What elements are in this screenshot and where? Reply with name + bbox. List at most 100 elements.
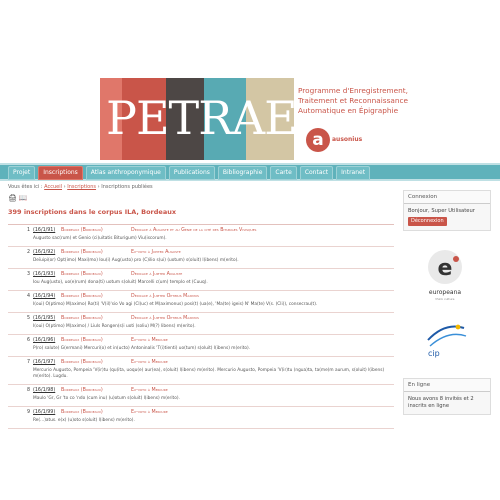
main-nav: Projet Inscriptions Atlas anthroponymiqu… <box>0 163 500 181</box>
europeana-sub: think culture <box>436 297 455 301</box>
europeana-label: europeana <box>429 289 461 296</box>
row-content: (16/1/93) Bordeaux (Bordeaux) Dédicace à… <box>33 272 394 286</box>
inscription-ref-link[interactable]: (16/1/94) <box>33 294 61 299</box>
page-tools: 🖨 📖 <box>8 194 28 202</box>
europeana-dot <box>453 256 459 262</box>
online-text: Nous avons 8 invités et 2 inscrits en li… <box>408 396 474 409</box>
inscription-row: 9 (16/1/99) Bordeaux (Bordeaux) Ex-voto … <box>8 407 394 429</box>
tab-contact[interactable]: Contact <box>299 166 334 180</box>
row-number: 1 <box>26 228 30 233</box>
inscription-ref-link[interactable]: (16/1/97) <box>33 360 61 365</box>
nav-tabs: Projet Inscriptions Atlas anthroponymiqu… <box>8 166 371 180</box>
breadcrumb-home[interactable]: Accueil <box>44 184 62 190</box>
ausonius-label: ausonius <box>332 136 363 143</box>
breadcrumb-inscriptions[interactable]: Inscriptions <box>67 184 96 190</box>
inscription-place: Bordeaux (Bordeaux) <box>61 410 103 415</box>
inscription-place: Bordeaux (Bordeaux) <box>61 360 103 365</box>
cip-swoosh <box>429 333 467 347</box>
inscription-list: 1 (16/1/91) Bordeaux (Bordeaux) Dédicace… <box>8 224 394 429</box>
inscription-ref-link[interactable]: (16/1/96) <box>33 338 61 343</box>
row-header: (16/1/95) Bordeaux (Bordeaux) Dédicace à… <box>33 316 394 321</box>
greeting-text: Bonjour, Super Utilisateur <box>408 208 475 214</box>
inscription-row: 4 (16/1/94) Bordeaux (Bordeaux) Dédicace… <box>8 291 394 313</box>
print-icon[interactable]: 🖨 <box>8 194 17 202</box>
inscription-text: Deïuipi(or) Opt(imo) Maxi(mo) Iou(i) Aug… <box>33 258 239 263</box>
inscription-ref-link[interactable]: (16/1/91) <box>33 228 61 233</box>
inscription-title[interactable]: Ex-voto à Mercure <box>131 410 168 415</box>
inscription-place: Bordeaux (Bordeaux) <box>61 316 103 321</box>
row-header: (16/1/98) Bordeaux (Bordeaux) Ex-voto à … <box>33 388 394 393</box>
inscription-text: Mercurio Augusto, Pompeia 'V(ir)tu (qu)i… <box>33 368 385 379</box>
tab-carte[interactable]: Carte <box>270 166 297 180</box>
tab-publications[interactable]: Publications <box>168 166 215 180</box>
row-number: 4 <box>26 294 30 299</box>
cip-label: cip <box>428 349 440 358</box>
inscription-place: Bordeaux (Bordeaux) <box>61 272 103 277</box>
inscription-text: I(oui) O(ptimo) M(aximo) Ro(ti) 'V(il)'s… <box>33 302 318 307</box>
inscription-text: P(ro) salute) G(ermani) Mercuri(o) et in… <box>33 346 251 351</box>
row-content: (16/1/97) Bordeaux (Bordeaux) Ex-voto à … <box>33 360 394 380</box>
inscription-row: 6 (16/1/96) Bordeaux (Bordeaux) Ex-voto … <box>8 335 394 357</box>
europeana-logo[interactable]: e europeana think culture <box>420 245 470 305</box>
inscription-ref-link[interactable]: (16/1/99) <box>33 410 61 415</box>
inscription-ref-link[interactable]: (16/1/95) <box>33 316 61 321</box>
inscription-ref-link[interactable]: (16/1/98) <box>33 388 61 393</box>
inscription-text: Re(...)atus. e(x) (u)oto s(oluit) l(iben… <box>33 418 135 423</box>
inscription-place: Bordeaux (Bordeaux) <box>61 388 103 393</box>
tab-projet[interactable]: Projet <box>8 166 36 180</box>
connexion-panel: Connexion Bonjour, Super Utilisateur Déc… <box>403 190 491 231</box>
inscription-title[interactable]: Dédicace à Auguste et au Génie de la cit… <box>131 228 256 233</box>
inscription-ref-link[interactable]: (16/1/92) <box>33 250 61 255</box>
inscription-place: Bordeaux (Bordeaux) <box>61 294 103 299</box>
cip-logo[interactable]: cip <box>420 320 470 360</box>
breadcrumb-prefix: Vous êtes ici : <box>8 184 43 190</box>
row-header: (16/1/93) Bordeaux (Bordeaux) Dédicace à… <box>33 272 394 277</box>
inscription-text: Augusto sac(rum) et Genio (ci)uitatis Bi… <box>33 236 167 241</box>
site-tagline: Programme d'Enregistrement, Traitement e… <box>298 86 408 115</box>
main-content: 399 inscriptions dans le corpus ILA, Bor… <box>8 208 394 429</box>
inscription-row: 1 (16/1/91) Bordeaux (Bordeaux) Dédicace… <box>8 225 394 247</box>
row-header: (16/1/94) Bordeaux (Bordeaux) Dédicace à… <box>33 294 394 299</box>
row-number: 6 <box>26 338 30 343</box>
row-header: (16/1/96) Bordeaux (Bordeaux) Ex-voto à … <box>33 338 394 343</box>
breadcrumb-current: Inscriptions publiées <box>101 184 153 190</box>
inscription-place: Bordeaux (Bordeaux) <box>61 338 103 343</box>
europeana-e-icon: e <box>438 256 453 281</box>
inscription-title[interactable]: Ex-voto à Mercure <box>131 338 168 343</box>
row-header: (16/1/97) Bordeaux (Bordeaux) Ex-voto à … <box>33 360 394 365</box>
connexion-body: Bonjour, Super Utilisateur Déconnexion <box>404 204 490 230</box>
row-content: (16/1/94) Bordeaux (Bordeaux) Dédicace à… <box>33 294 394 308</box>
inscription-title[interactable]: Ex-voto à Jupiter Auguste <box>131 250 181 255</box>
row-content: (16/1/92) Bordeaux (Bordeaux) Ex-voto à … <box>33 250 394 264</box>
row-number: 2 <box>26 250 30 255</box>
inscription-ref-link[interactable]: (16/1/93) <box>33 272 61 277</box>
book-icon[interactable]: 📖 <box>19 194 28 202</box>
inscription-title[interactable]: Dédicace à Jupiter Optimus Maximus <box>131 294 199 299</box>
inscription-row: 3 (16/1/93) Bordeaux (Bordeaux) Dédicace… <box>8 269 394 291</box>
site-logo[interactable]: PETRAE <box>106 88 298 148</box>
row-header: (16/1/91) Bordeaux (Bordeaux) Dédicace à… <box>33 228 394 233</box>
tab-atlas[interactable]: Atlas anthroponymique <box>85 166 166 180</box>
logout-button[interactable]: Déconnexion <box>408 217 447 226</box>
ausonius-icon: a <box>306 128 330 152</box>
ausonius-logo[interactable]: a ausonius <box>306 128 362 152</box>
cip-star-icon <box>455 324 461 330</box>
row-header: (16/1/99) Bordeaux (Bordeaux) Ex-voto à … <box>33 410 394 415</box>
inscription-title[interactable]: Ex-voto à Mercure <box>131 388 168 393</box>
row-number: 3 <box>26 272 30 277</box>
breadcrumb: Vous êtes ici : Accueil › Inscriptions ›… <box>8 184 153 190</box>
row-number: 5 <box>26 316 30 321</box>
tab-inscriptions[interactable]: Inscriptions <box>38 166 83 180</box>
tab-bibliographie[interactable]: Bibliographie <box>217 166 268 180</box>
inscription-place: Bordeaux (Bordeaux) <box>61 228 103 233</box>
row-content: (16/1/95) Bordeaux (Bordeaux) Dédicace à… <box>33 316 394 330</box>
inscription-title[interactable]: Dédicace à Jupiter Optimus Maximus <box>131 316 199 321</box>
row-header: (16/1/92) Bordeaux (Bordeaux) Ex-voto à … <box>33 250 394 255</box>
inscription-title[interactable]: Dédicace à Jupiter Auguste <box>131 272 182 277</box>
row-content: (16/1/98) Bordeaux (Bordeaux) Ex-voto à … <box>33 388 394 402</box>
tab-intranet[interactable]: Intranet <box>336 166 371 180</box>
inscription-row: 5 (16/1/95) Bordeaux (Bordeaux) Dédicace… <box>8 313 394 335</box>
row-number: 8 <box>26 388 30 393</box>
row-number: 9 <box>26 410 30 415</box>
inscription-title[interactable]: Ex-voto à Mercure <box>131 360 168 365</box>
